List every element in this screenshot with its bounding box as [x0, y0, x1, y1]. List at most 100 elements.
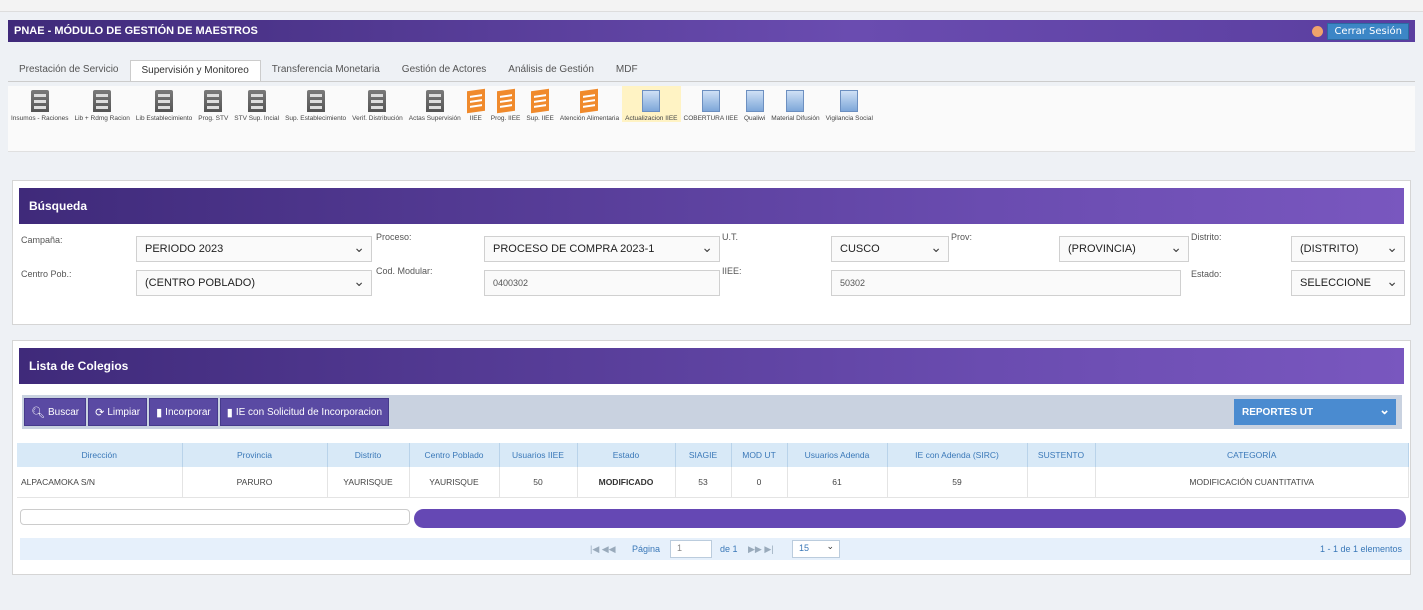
cell-usuarios-adenda: 61 [787, 467, 888, 498]
search-panel-title: Búsqueda [19, 188, 1404, 224]
blue-document-icon [701, 90, 720, 112]
campana-select[interactable]: PERIODO 2023 [136, 236, 372, 262]
table-row[interactable]: ALPACAMOKA S/N PARURO YAURISQUE YAURISQU… [17, 467, 1409, 498]
cell-centro-poblado: YAURISQUE [409, 467, 500, 498]
solicitud-incorporacion-button[interactable]: ▮ IE con Solicitud de Incorporacion [219, 398, 390, 426]
user-icon [1312, 25, 1324, 37]
col-ie-adenda[interactable]: IE con Adenda (SIRC) [887, 443, 1028, 467]
tool-qualiwi[interactable]: Qualiwi [741, 86, 768, 122]
pager-of-label: de 1 [720, 544, 738, 554]
tool-insumos[interactable]: Insumos - Raciones [8, 86, 71, 122]
tool-actas[interactable]: Actas Supervisión [406, 86, 464, 122]
estado-select[interactable]: SELECCIONE [1291, 270, 1405, 296]
label-campana: Campaña: [21, 235, 63, 245]
pager-next-icon[interactable]: ▶▶ ▶| [748, 544, 774, 555]
col-mod-ut[interactable]: MOD UT [731, 443, 788, 467]
cell-provincia: PARURO [182, 467, 328, 498]
horizontal-scroll-track[interactable] [20, 509, 410, 525]
tab-mdf[interactable]: MDF [605, 60, 649, 81]
tool-atencion[interactable]: Atención Alimentaria [557, 86, 622, 122]
tool-actualizacion-iiee[interactable]: Actualizacion IIEE [622, 86, 681, 122]
table-header-row: Dirección Provincia Distrito Centro Pobl… [17, 443, 1409, 467]
col-categoria[interactable]: CATEGORÍA [1095, 443, 1409, 467]
tool-iiee[interactable]: IIEE [464, 86, 488, 122]
pager-summary: 1 - 1 de 1 elementos [1319, 544, 1402, 554]
building-icon [368, 90, 387, 112]
col-provincia[interactable]: Provincia [182, 443, 328, 467]
col-direccion[interactable]: Dirección [17, 443, 183, 467]
col-siagie[interactable]: SIAGIE [675, 443, 732, 467]
building-icon [155, 90, 174, 112]
blue-document-icon [786, 90, 805, 112]
tab-prestacion[interactable]: Prestación de Servicio [8, 60, 130, 81]
tool-lib-racion[interactable]: Lib + Rdmg Racion [71, 86, 132, 122]
tool-sup-establecimiento[interactable]: Sup. Establecimiento [282, 86, 349, 122]
blue-document-icon [840, 90, 859, 112]
col-estado[interactable]: Estado [577, 443, 676, 467]
col-usuarios-iiee[interactable]: Usuarios IIEE [499, 443, 578, 467]
tool-vigilancia[interactable]: Vigilancia Social [823, 86, 876, 122]
blue-document-icon [642, 90, 661, 112]
pager-prev-icon[interactable]: |◀ ◀◀ [590, 544, 616, 555]
label-cod-modular: Cod. Modular: [376, 266, 433, 276]
distrito-select[interactable]: (DISTRITO) [1291, 236, 1405, 262]
tool-verif-distribucion[interactable]: Verif. Distribución [349, 86, 406, 122]
building-icon [93, 90, 112, 112]
search-row-2: Centro Pob.: (CENTRO POBLADO) Cod. Modul… [13, 266, 1410, 300]
centro-poblado-select[interactable]: (CENTRO POBLADO) [136, 270, 372, 296]
provincia-select[interactable]: (PROVINCIA) [1059, 236, 1189, 262]
col-centro-poblado[interactable]: Centro Poblado [409, 443, 500, 467]
ut-select[interactable]: CUSCO [831, 236, 949, 262]
limpiar-button[interactable]: ⟳ Limpiar [88, 398, 148, 426]
tab-analisis[interactable]: Análisis de Gestión [497, 60, 605, 81]
cell-categoria: MODIFICACIÓN CUANTITATIVA [1095, 467, 1409, 498]
cell-ie-adenda: 59 [887, 467, 1028, 498]
label-distrito: Distrito: [1191, 232, 1222, 242]
col-distrito[interactable]: Distrito [327, 443, 410, 467]
tool-prog-stv[interactable]: Prog. STV [195, 86, 231, 122]
proceso-select[interactable]: PROCESO DE COMPRA 2023-1 [484, 236, 720, 262]
colegios-table: Dirección Provincia Distrito Centro Pobl… [17, 443, 1409, 498]
search-panel: Búsqueda Campaña: PERIODO 2023 Proceso: … [12, 180, 1411, 325]
logout-group[interactable]: Cerrar Sesión [1312, 22, 1409, 40]
tool-material[interactable]: Material Difusión [768, 86, 822, 122]
tab-transferencia[interactable]: Transferencia Monetaria [261, 60, 391, 81]
orange-form-icon [580, 88, 599, 114]
search-icon: 🔍︎ [31, 406, 45, 419]
label-proceso: Proceso: [376, 232, 412, 242]
label-iiee: IIEE: [722, 266, 742, 276]
cell-direccion: ALPACAMOKA S/N [17, 467, 183, 498]
refresh-icon: ⟳ [95, 406, 105, 419]
logout-button[interactable]: Cerrar Sesión [1327, 22, 1409, 40]
horizontal-scrollbar[interactable] [414, 509, 1406, 528]
tool-sup-iiee[interactable]: Sup. IIEE [523, 86, 556, 122]
tab-gestion-actores[interactable]: Gestión de Actores [391, 60, 498, 81]
iiee-input[interactable]: 50302 [831, 270, 1181, 296]
pager-page-input[interactable]: 1 [670, 540, 712, 558]
buscar-button[interactable]: 🔍︎ Buscar [24, 398, 87, 426]
incorporar-button[interactable]: ▮ Incorporar [149, 398, 218, 426]
browser-strip [0, 0, 1423, 12]
cod-modular-input[interactable]: 0400302 [484, 270, 720, 296]
label-estado: Estado: [1191, 269, 1222, 279]
search-row-1: Campaña: PERIODO 2023 Proceso: PROCESO D… [13, 232, 1410, 266]
col-usuarios-adenda[interactable]: Usuarios Adenda [787, 443, 888, 467]
pager: |◀ ◀◀ Página 1 de 1 ▶▶ ▶| 15 ⌄ 1 - 1 de 1… [20, 538, 1410, 560]
cell-mod-ut: 0 [731, 467, 788, 498]
module-toolbar: Insumos - Raciones Lib + Rdmg Racion Lib… [8, 86, 1415, 152]
reportes-ut-select[interactable]: REPORTES UT [1234, 399, 1396, 425]
col-sustento[interactable]: SUSTENTO [1027, 443, 1096, 467]
label-centro-pob: Centro Pob.: [21, 269, 72, 279]
module-tabs: Prestación de Servicio Supervisión y Mon… [8, 60, 1415, 82]
list-button-bar: 🔍︎ Buscar ⟳ Limpiar ▮ Incorporar ▮ IE con So… [22, 395, 1402, 429]
tool-prog-iiee[interactable]: Prog. IIEE [488, 86, 524, 122]
cell-distrito: YAURISQUE [327, 467, 410, 498]
tool-cobertura[interactable]: COBERTURA IIEE [681, 86, 741, 122]
tool-stv-sup[interactable]: STV Sup. Incial [231, 86, 282, 122]
page-size-select[interactable]: 15 ⌄ [792, 540, 840, 558]
tool-lib-establecimiento[interactable]: Lib Establecimiento [133, 86, 195, 122]
document-icon: ▮ [156, 406, 163, 419]
app-title: PNAE - MÓDULO DE GESTIÓN DE MAESTROS [14, 25, 258, 37]
tab-supervision[interactable]: Supervisión y Monitoreo [129, 60, 261, 81]
label-ut: U.T. [722, 232, 739, 242]
